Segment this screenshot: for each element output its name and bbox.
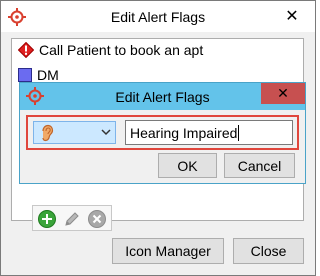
outer-close-button[interactable]: ✕ <box>269 1 315 31</box>
list-item[interactable]: Call Patient to book an apt <box>18 40 203 60</box>
close-button[interactable]: Close <box>233 238 304 264</box>
flag-toolbar <box>32 205 112 231</box>
edit-alert-flags-window: Edit Alert Flags ✕ Call Patient to book … <box>0 0 316 276</box>
outer-title-bar[interactable]: Edit Alert Flags ✕ <box>1 1 315 32</box>
ear-icon <box>42 124 54 142</box>
flag-text-value: Hearing Impaired <box>130 124 238 141</box>
cancel-button[interactable]: Cancel <box>224 153 295 178</box>
flag-text-input[interactable]: Hearing Impaired <box>125 120 293 145</box>
add-icon[interactable] <box>37 209 57 229</box>
flag-label: DM <box>37 67 59 83</box>
text-caret <box>238 124 240 141</box>
blue-square-icon <box>18 68 32 82</box>
delete-icon[interactable] <box>87 209 107 229</box>
inner-edit-alert-flags-dialog: Edit Alert Flags ✕ Hearing Impaired OK C… <box>19 82 306 184</box>
icon-manager-button[interactable]: Icon Manager <box>112 238 224 264</box>
inner-close-button[interactable]: ✕ <box>261 83 305 104</box>
edit-icon[interactable] <box>62 209 82 229</box>
ok-button[interactable]: OK <box>158 153 217 178</box>
inner-title-bar[interactable]: Edit Alert Flags ✕ <box>20 83 305 110</box>
icon-dropdown[interactable] <box>33 121 116 144</box>
alert-diamond-icon <box>18 42 34 58</box>
chevron-down-icon <box>101 129 111 136</box>
highlight-box: Hearing Impaired <box>26 115 299 150</box>
outer-window-title: Edit Alert Flags <box>110 9 206 25</box>
flag-label: Call Patient to book an apt <box>39 42 204 58</box>
